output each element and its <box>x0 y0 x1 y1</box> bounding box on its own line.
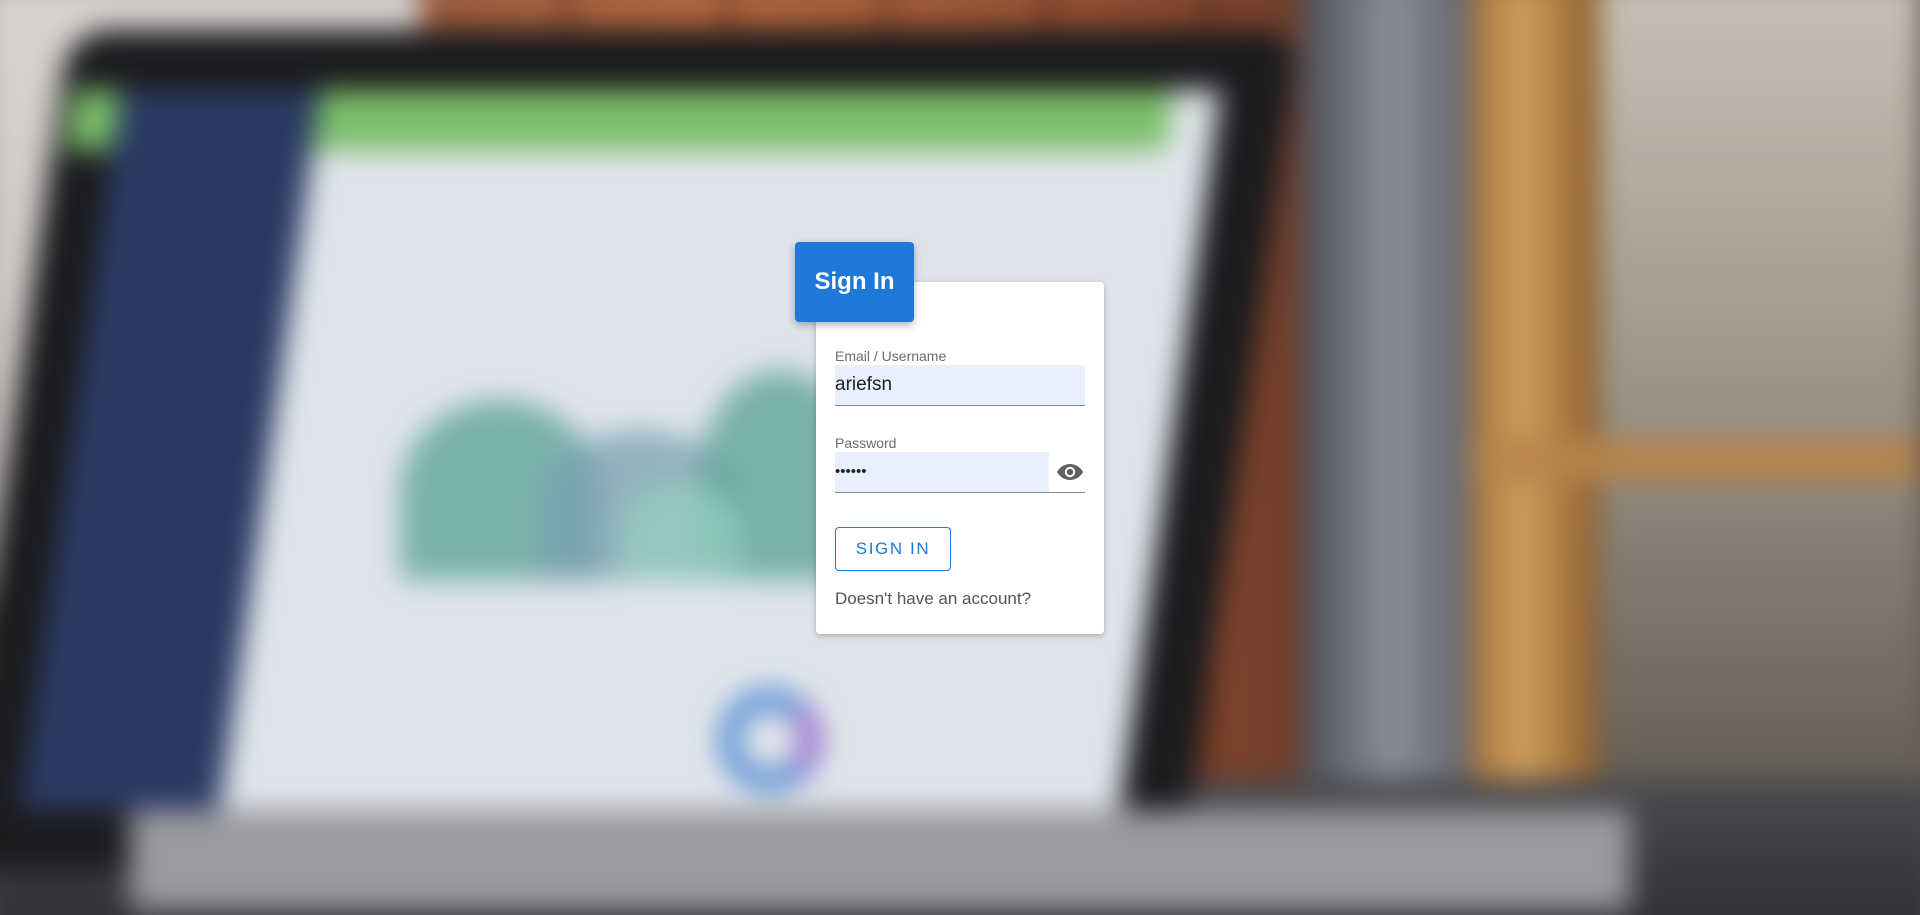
email-input-wrap: ariefsn <box>835 365 1085 406</box>
password-input-wrap: •••••• <box>835 452 1085 493</box>
toggle-password-visibility-button[interactable] <box>1055 460 1085 484</box>
no-account-link[interactable]: Doesn't have an account? <box>835 589 1031 609</box>
signin-button[interactable]: SIGN IN <box>835 527 951 571</box>
password-input[interactable]: •••••• <box>835 452 1049 492</box>
signin-card-title: Sign In <box>795 242 914 322</box>
email-label: Email / Username <box>835 348 947 364</box>
password-field: Password •••••• <box>835 434 1085 493</box>
signin-title-text: Sign In <box>814 268 895 295</box>
password-label: Password <box>835 435 897 451</box>
email-field: Email / Username ariefsn <box>835 347 1085 406</box>
eye-icon <box>1057 464 1083 480</box>
email-input[interactable]: ariefsn <box>835 365 1085 405</box>
